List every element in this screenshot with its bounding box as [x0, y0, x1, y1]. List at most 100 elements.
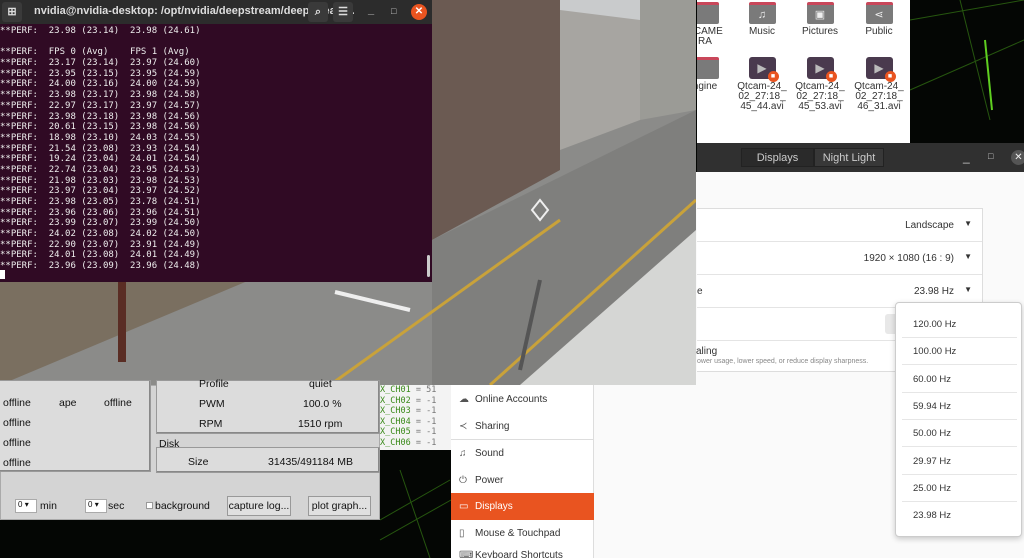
terminal-line: **PERF: 24.02 (23.08) 24.02 (24.50) [0, 229, 201, 240]
equals-sign: = [410, 416, 427, 427]
terminal-line: **PERF: 23.95 (23.15) 23.95 (24.59) [0, 68, 201, 79]
sidebar-item-power[interactable]: ⏻ Power [451, 467, 594, 494]
refresh-option[interactable]: 29.97 Hz [902, 448, 1017, 475]
channel-list: X_CH01 = 51 X_CH02 = -1 X_CH03 = -1 X_CH04 … [380, 385, 451, 450]
refresh-option[interactable]: 60.00 Hz [902, 366, 1017, 393]
new-tab-button[interactable]: ⊞ [2, 2, 22, 22]
channel-row: X_CH05 = -1 [380, 427, 451, 438]
minimize-button[interactable]: _ [963, 150, 970, 164]
equals-sign: = [410, 427, 427, 437]
keyboard-icon: ⌨ [459, 550, 474, 558]
video-file-icon: ▶ ■ [806, 57, 837, 82]
channel-name: X_CH03 [380, 406, 411, 416]
channel-name: X_CH01 [380, 385, 411, 395]
folder-public[interactable]: ⋖ Public [849, 2, 909, 37]
tab-displays[interactable]: Displays [741, 148, 814, 167]
sidebar-item-sharing[interactable]: ≺ Sharing [451, 413, 594, 440]
close-button[interactable]: ✕ [1011, 150, 1024, 165]
video-file[interactable]: ▶ ■ Qtcam-24_ 02_27:18_ 45_53.avi [790, 57, 850, 112]
orientation-row[interactable]: Landscape ▼ [697, 209, 982, 242]
refresh-option[interactable]: 25.00 Hz [902, 475, 1017, 502]
equals-sign: = [410, 385, 427, 395]
file-manager-window: ECAME RA ♫Music ▣Pictures ⋖Public ngine … [697, 0, 910, 143]
sidebar-item-sound[interactable]: ♫ Sound [451, 440, 594, 467]
folder-pictures[interactable]: ▣ Pictures [790, 2, 850, 37]
spin-down-icon: ▾ [24, 500, 29, 509]
folder-item[interactable]: ECAME RA [697, 2, 735, 47]
channel-row: X_CH06 = -1 [380, 438, 451, 449]
terminal-line: **PERF: 23.99 (23.07) 23.99 (24.50) [0, 218, 201, 229]
maximize-button[interactable]: □ [391, 6, 396, 16]
channel-row: X_CH03 = -1 [380, 406, 451, 417]
plot-graph-button[interactable]: plot graph... [308, 496, 371, 516]
music-note-icon: ♫ [459, 448, 467, 459]
channel-row: X_CH01 = 51 [380, 385, 451, 396]
channel-name: X_CH04 [380, 416, 411, 427]
video-file[interactable]: ▶ ■ Qtcam-24_ 02_27:18_ 46_31.avi [849, 57, 909, 112]
folder-music[interactable]: ♫ Music [732, 2, 792, 37]
terminal-line: **PERF: 20.61 (23.15) 23.98 (24.56) [0, 122, 201, 133]
equals-sign: = [410, 395, 427, 406]
terminal-titlebar: ⊞ nvidia@nvidia-desktop: /opt/nvidia/dee… [0, 0, 432, 24]
mouse-icon: ▯ [459, 528, 465, 539]
video-file-icon: ▶ ■ [865, 57, 896, 82]
menu-button[interactable]: ☰ [333, 2, 353, 22]
equals-sign: = [410, 437, 427, 448]
terminal-line: **PERF: 22.97 (23.17) 23.97 (24.57) [0, 100, 201, 111]
sidebar-item-online-accounts[interactable]: ☁ Online Accounts [451, 386, 594, 413]
channel-name: X_CH05 [380, 427, 411, 437]
search-button[interactable]: ⌕ [308, 2, 328, 22]
monitor-panel: offline ape offline offline offline offl… [0, 378, 380, 520]
folder-item[interactable]: ngine [697, 57, 735, 92]
channel-value: 51 [426, 385, 437, 395]
refresh-option[interactable]: 23.98 Hz [902, 502, 1017, 529]
equals-sign: = [410, 406, 427, 416]
terminal-scrollbar[interactable] [427, 255, 430, 277]
background-checkbox[interactable] [146, 502, 153, 509]
terminal-line: **PERF: 24.01 (23.08) 24.01 (24.49) [0, 250, 201, 261]
share-icon: ≺ [459, 421, 468, 432]
folder-icon [697, 57, 719, 79]
refresh-option[interactable]: 59.94 Hz [902, 393, 1017, 420]
terminal-line: **PERF: 19.24 (23.04) 24.01 (24.54) [0, 154, 201, 165]
share-folder-icon: ⋖ [865, 2, 893, 24]
tab-night-light[interactable]: Night Light [814, 148, 884, 167]
terminal-cursor [0, 270, 5, 279]
sidebar-item-displays[interactable]: ▭ Displays [451, 493, 594, 520]
dropdown-arrow-icon: ▼ [964, 285, 972, 294]
resolution-row[interactable]: 1920 × 1080 (16 : 9) ▼ [697, 242, 982, 275]
channel-value: -1 [426, 395, 437, 406]
refresh-option[interactable]: 50.00 Hz [902, 420, 1017, 448]
capture-log-button[interactable]: capture log... [227, 496, 291, 516]
minimize-button[interactable]: _ [368, 4, 374, 16]
close-button[interactable]: ✕ [411, 4, 427, 20]
sidebar-item-keyboard-shortcuts[interactable]: ⌨ Keyboard Shortcuts [451, 547, 594, 558]
sec-spinbox[interactable]: 0 ▾ [85, 499, 107, 513]
channel-row: X_CH04 = -1 [380, 417, 451, 428]
min-spinbox[interactable]: 0 ▾ [15, 499, 37, 513]
display-icon: ▭ [459, 501, 469, 512]
channel-value: -1 [426, 416, 437, 427]
terminal-line: **PERF: 23.98 (23.14) 23.98 (24.61) [0, 26, 201, 36]
video-file-icon: ▶ ■ [748, 57, 779, 82]
folder-icon [697, 2, 719, 24]
sidebar-item-mouse-touchpad[interactable]: ▯ Mouse & Touchpad [451, 520, 594, 547]
spin-down-icon: ▾ [94, 500, 99, 509]
refresh-rate-popover: 120.00 Hz 100.00 Hz 60.00 Hz 59.94 Hz 50.00 … [895, 302, 1022, 537]
video-file[interactable]: ▶ ■ Qtcam-24_ 02_27:18_ 45_44.avi [732, 57, 792, 112]
lock-icon: ■ [884, 71, 896, 82]
terminal-line: **PERF: 23.98 (23.17) 23.98 (24.58) [0, 90, 201, 101]
refresh-option[interactable]: 100.00 Hz [902, 338, 1017, 366]
terminal-line: **PERF: 22.74 (23.04) 23.95 (24.53) [0, 164, 201, 175]
dropdown-arrow-icon: ▼ [964, 219, 972, 228]
channel-value: -1 [426, 427, 437, 437]
settings-headerbar: Displays Night Light _ □ ✕ [697, 143, 1024, 172]
terminal-output[interactable]: **PERF: 23.98 (23.14) 23.98 (24.61) **PER… [0, 24, 432, 272]
maximize-button[interactable]: □ [988, 151, 993, 161]
refresh-option[interactable]: 120.00 Hz [902, 311, 1017, 338]
terminal-line: **PERF: FPS 0 (Avg) FPS 1 (Avg) [0, 47, 190, 58]
channel-value: -1 [426, 406, 437, 416]
terminal-line: **PERF: 23.98 (23.18) 23.98 (24.56) [0, 111, 201, 122]
lock-icon: ■ [767, 71, 779, 82]
